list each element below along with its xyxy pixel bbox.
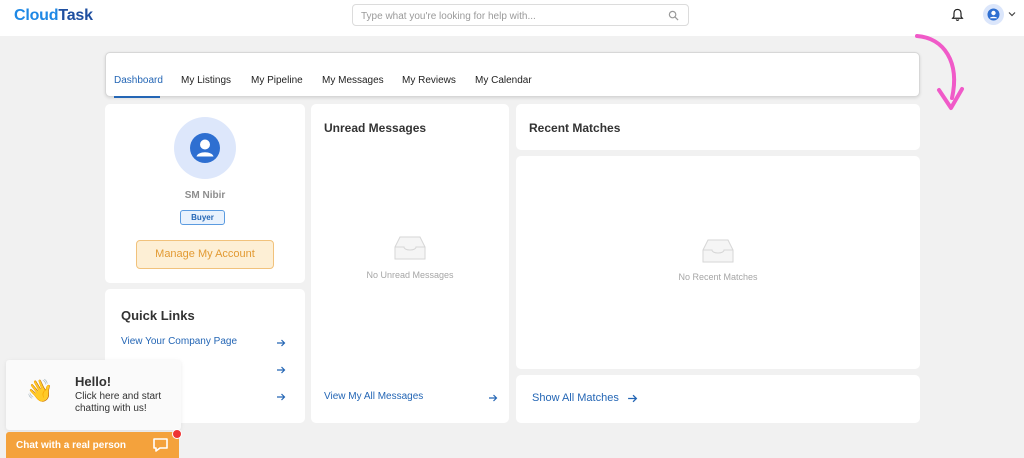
tab-my-pipeline[interactable]: My Pipeline [251,75,303,86]
view-all-messages-label: View My All Messages [324,391,424,402]
recent-matches-body-card: No Recent Matches [516,156,920,369]
user-avatar-button[interactable] [983,4,1004,25]
arrow-right-icon [277,393,286,401]
tab-my-listings[interactable]: My Listings [181,75,231,86]
manage-account-button[interactable]: Manage My Account [136,240,274,269]
chat-subtitle: Click here and start chatting with us! [75,391,162,414]
user-icon [190,133,220,163]
quick-links-title: Quick Links [121,308,195,323]
bell-icon[interactable] [951,8,964,22]
quick-link-company-page[interactable]: View Your Company Page [121,336,286,350]
chat-icon [153,438,168,452]
top-navbar: CloudTask [0,0,1024,36]
user-name: SM Nibir [184,190,226,201]
dashboard-tabs: Dashboard My Listings My Pipeline My Mes… [105,52,920,98]
notification-dot [172,429,182,439]
chevron-down-icon[interactable] [1008,11,1016,17]
show-all-matches-link[interactable]: Show All Matches [532,392,638,404]
profile-avatar [174,117,236,179]
chat-launcher-bar[interactable]: Chat with a real person [6,432,179,458]
recent-matches-header-card: Recent Matches [516,104,920,150]
unread-messages-card: Unread Messages No Unread Messages View … [311,104,509,423]
search-icon[interactable] [668,10,679,21]
arrow-right-icon [489,394,498,402]
role-badge: Buyer [180,210,225,225]
arrow-right-icon [277,366,286,374]
tab-my-reviews[interactable]: My Reviews [402,75,456,86]
empty-state-text: No Unread Messages [366,270,454,280]
user-icon [987,8,1000,21]
unread-messages-title: Unread Messages [324,121,427,135]
pink-annotation-arrow [915,34,964,110]
cloudtask-logo[interactable]: CloudTask [14,7,93,25]
view-all-messages-link[interactable]: View My All Messages [324,391,498,405]
chat-bar-label: Chat with a real person [16,440,127,451]
empty-state-text: No Recent Matches [678,272,758,282]
recent-matches-title: Recent Matches [529,121,621,135]
chat-greeting-bubble[interactable]: 👋 Hello! Click here and start chatting w… [6,360,181,430]
search-bar[interactable] [352,4,689,26]
tab-dashboard[interactable]: Dashboard [114,75,163,86]
arrow-right-icon [277,339,286,347]
arrow-right-icon [628,394,638,403]
show-all-matches-card: Show All Matches [516,375,920,423]
tab-my-messages[interactable]: My Messages [322,75,384,86]
search-input[interactable] [361,8,661,24]
chat-greeting: Hello! [75,374,112,389]
active-tab-indicator [114,96,160,98]
show-all-matches-label: Show All Matches [532,392,619,404]
profile-card: SM Nibir Buyer Manage My Account [105,104,305,283]
inbox-empty-icon [702,239,734,263]
quick-link-label: View Your Company Page [121,336,238,347]
waving-hand-icon: 👋 [26,378,54,403]
tab-my-calendar[interactable]: My Calendar [475,75,532,86]
inbox-empty-icon [394,236,426,260]
